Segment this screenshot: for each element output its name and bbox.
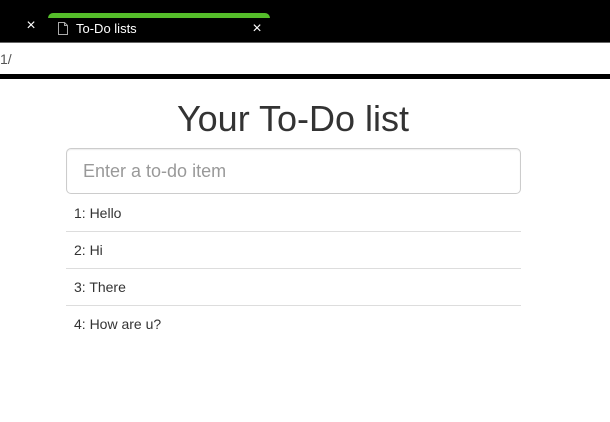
address-bar[interactable]: 1/: [0, 42, 610, 74]
table-row: 3: There: [66, 268, 521, 306]
browser-tab-bar: × To-Do lists ×: [0, 0, 610, 42]
close-icon[interactable]: ×: [24, 18, 38, 34]
table-row: 4: How are u?: [66, 306, 521, 343]
address-text: 1/: [0, 51, 12, 67]
table-row: 2: Hi: [66, 231, 521, 269]
todo-item: 2: Hi: [66, 231, 521, 269]
todo-item: 1: Hello: [66, 195, 521, 232]
table-row: 1: Hello: [66, 195, 521, 232]
new-item-input[interactable]: [66, 148, 521, 194]
todo-item: 3: There: [66, 268, 521, 306]
page-content: Your To-Do list 1: Hello2: Hi3: There 4: …: [0, 79, 610, 422]
close-icon[interactable]: ×: [250, 21, 264, 37]
page-title: Your To-Do list: [176, 98, 410, 139]
todo-list-table: 1: Hello 2: Hi 3: There 4: How are u?: [66, 195, 521, 342]
file-icon: [58, 22, 68, 35]
tab-to-do-lists[interactable]: To-Do lists ×: [48, 13, 270, 42]
tab-title: To-Do lists: [76, 21, 137, 36]
todo-item: 4: How are u?: [74, 316, 162, 332]
